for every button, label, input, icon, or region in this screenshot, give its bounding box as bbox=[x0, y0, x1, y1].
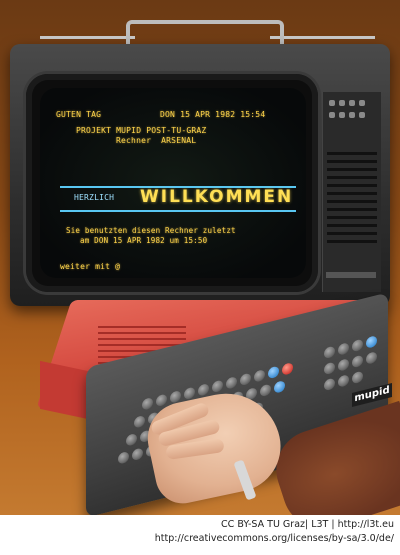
speaker-grille bbox=[327, 200, 377, 203]
keypad-key bbox=[338, 358, 349, 372]
tv-button bbox=[329, 112, 335, 118]
key bbox=[142, 396, 153, 411]
caption-line-1: CC BY-SA TU Graz| L3T | http://l3t.eu bbox=[221, 519, 394, 530]
keypad-key bbox=[338, 342, 349, 356]
datetime-text: DON 15 APR 1982 15:54 bbox=[160, 110, 266, 119]
banner-small-text: HERZLICH bbox=[74, 193, 115, 202]
speaker-grille bbox=[327, 176, 377, 179]
project-text: PROJEKT MUPID POST-TU-GRAZ bbox=[76, 126, 207, 135]
key bbox=[118, 450, 129, 465]
key bbox=[184, 386, 195, 401]
speaker-grille bbox=[327, 240, 377, 243]
greeting-text: GUTEN TAG bbox=[56, 110, 102, 119]
banner-title: WILLKOMMEN bbox=[140, 187, 294, 207]
key bbox=[132, 447, 143, 462]
tv-button bbox=[329, 100, 335, 106]
key bbox=[198, 382, 209, 397]
keypad-key bbox=[338, 374, 349, 388]
photo: GUTEN TAG DON 15 APR 1982 15:54 PROJEKT … bbox=[0, 0, 400, 515]
tv-antenna-left bbox=[40, 36, 135, 39]
speaker-grille bbox=[327, 168, 377, 171]
speaker-grille bbox=[327, 192, 377, 195]
tv-control-panel bbox=[322, 92, 381, 292]
tv-button bbox=[349, 100, 355, 106]
key bbox=[254, 369, 265, 383]
last-use-date-text: am DON 15 APR 1982 um 15:50 bbox=[80, 236, 208, 245]
speaker-grille bbox=[327, 152, 377, 155]
tv-antenna-right bbox=[270, 36, 375, 39]
speaker-grille bbox=[327, 216, 377, 219]
tv-button bbox=[349, 112, 355, 118]
speaker-grille bbox=[327, 224, 377, 227]
keypad-key bbox=[352, 338, 363, 353]
keypad-key bbox=[366, 351, 377, 365]
keypad-key bbox=[366, 335, 377, 349]
keypad-key bbox=[352, 354, 363, 369]
speaker-grille bbox=[327, 184, 377, 187]
key bbox=[134, 414, 145, 429]
keypad-key bbox=[324, 377, 335, 392]
blue-key bbox=[268, 365, 279, 380]
tv-button bbox=[339, 100, 345, 106]
tv-brand-plate bbox=[326, 272, 376, 278]
blue-key bbox=[274, 380, 285, 394]
continue-prompt: weiter mit @ bbox=[60, 262, 121, 271]
key bbox=[226, 376, 237, 390]
key bbox=[156, 393, 167, 408]
key bbox=[212, 379, 223, 394]
tv-button bbox=[359, 100, 365, 106]
red-key bbox=[282, 362, 293, 376]
tv-button bbox=[359, 112, 365, 118]
keypad-key bbox=[324, 345, 335, 360]
tv-button bbox=[339, 112, 345, 118]
tv-screen: GUTEN TAG DON 15 APR 1982 15:54 PROJEKT … bbox=[40, 88, 306, 278]
last-use-text: Sie benutzten diesen Rechner zuletzt bbox=[66, 226, 236, 235]
speaker-grille bbox=[327, 232, 377, 235]
key bbox=[240, 372, 251, 387]
key bbox=[126, 432, 137, 447]
caption-line-2: http://creativecommons.org/licenses/by-s… bbox=[154, 533, 394, 544]
computer-name-text: Rechner ARSENAL bbox=[116, 136, 197, 145]
keypad-key bbox=[324, 361, 335, 376]
speaker-grille bbox=[327, 160, 377, 163]
keypad-key bbox=[352, 370, 363, 385]
welcome-banner: HERZLICH WILLKOMMEN bbox=[60, 186, 296, 212]
key bbox=[260, 383, 271, 398]
license-caption: CC BY-SA TU Graz| L3T | http://l3t.eu ht… bbox=[155, 518, 394, 546]
speaker-grille bbox=[327, 208, 377, 211]
